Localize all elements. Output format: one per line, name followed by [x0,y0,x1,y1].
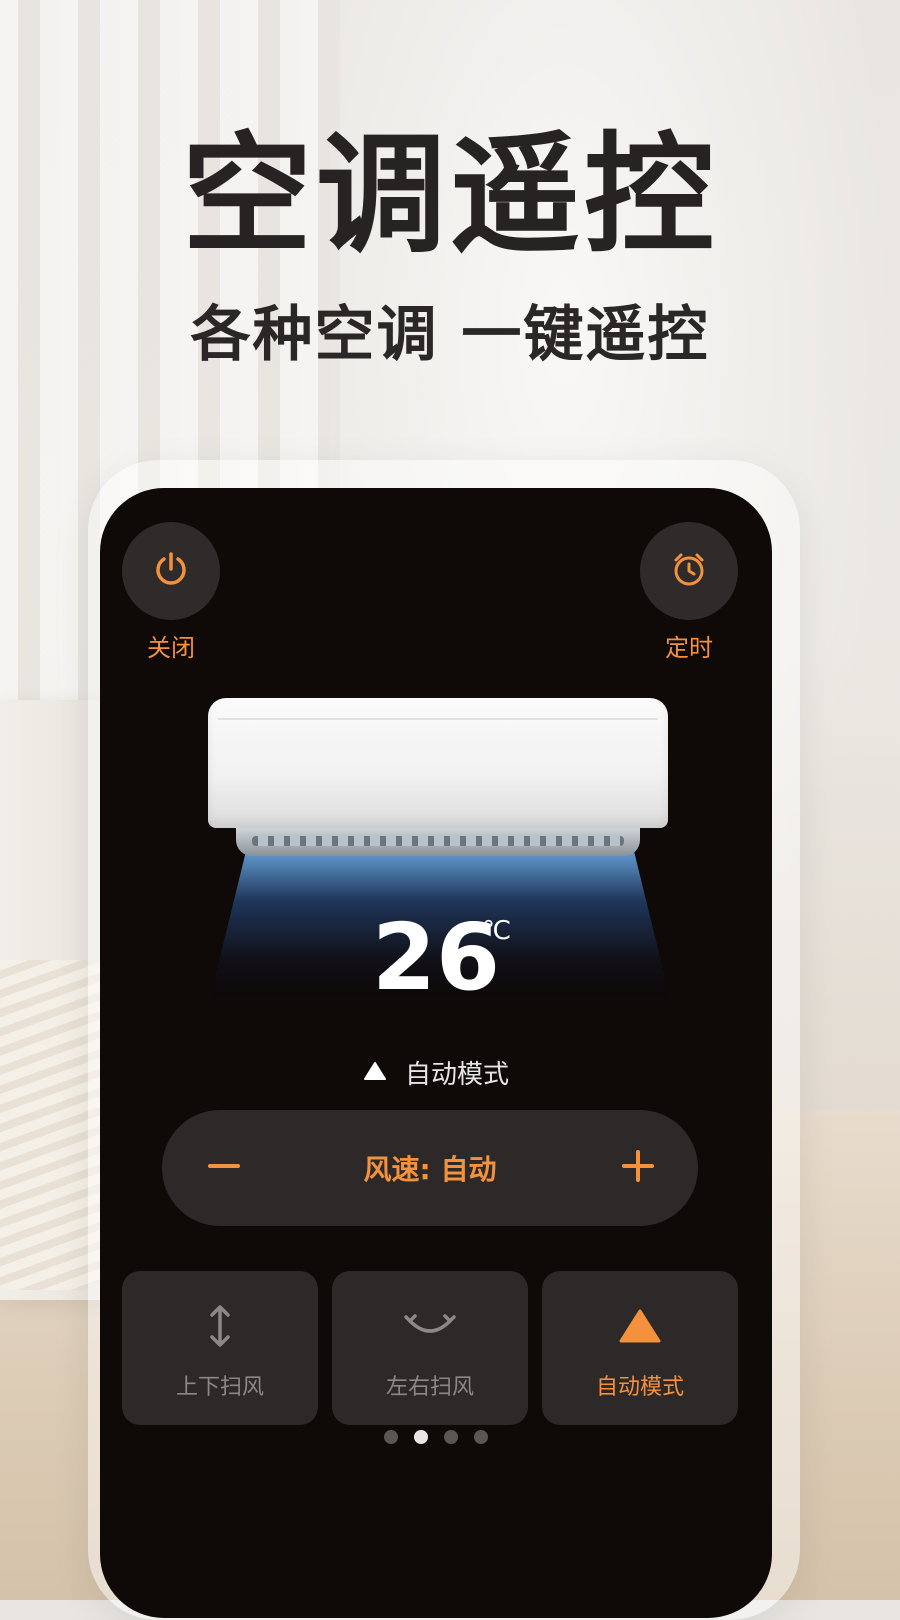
temperature-unit: ℃ [482,916,512,946]
temperature-value: 26 [371,904,501,1011]
fan-speed-control: 风速: 自动 [162,1110,698,1226]
alarm-clock-icon [668,548,710,594]
remote-screen: 关闭 定时 26 ℃ 自动模式 风速: 自动 上下扫风 左右扫风 自动模式 [100,488,772,1618]
horizontal-swing-icon [332,1299,528,1353]
auto-mode-label: 自动模式 [595,1375,684,1400]
fan-speed-increase-button[interactable] [608,1138,668,1198]
page-dot[interactable] [474,1430,488,1444]
power-button[interactable] [122,522,220,620]
promo-headline: 空调遥控 [181,119,718,271]
power-icon [151,549,191,593]
promo-subheadline: 各种空调 一键遥控 [190,300,710,370]
horizontal-swing-button[interactable]: 左右扫风 [332,1271,528,1425]
timer-label: 定时 [665,634,713,662]
power-label: 关闭 [147,634,195,662]
vertical-swing-label: 上下扫风 [175,1375,264,1400]
page-dot[interactable] [384,1430,398,1444]
current-mode: 自动模式 [100,1054,772,1091]
current-mode-label: 自动模式 [404,1060,509,1090]
vertical-swing-icon [122,1299,318,1353]
page-indicator [100,1430,772,1444]
horizontal-swing-label: 左右扫风 [385,1375,474,1400]
vertical-swing-button[interactable]: 上下扫风 [122,1271,318,1425]
page-dot[interactable] [444,1430,458,1444]
page-dot-active[interactable] [414,1430,428,1444]
triangle-icon [363,1058,387,1088]
timer-button[interactable] [640,522,738,620]
triangle-icon [542,1299,738,1353]
auto-mode-button[interactable]: 自动模式 [542,1271,738,1425]
air-conditioner-image [208,698,668,860]
plus-icon [621,1149,655,1187]
